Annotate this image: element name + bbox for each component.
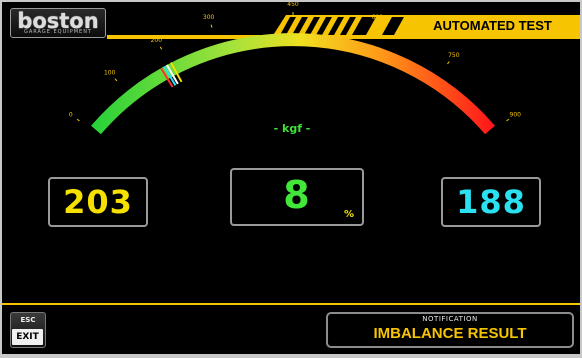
left-reading-display: 203 — [48, 177, 148, 227]
force-gauge: 0 100 200 300 450 600 750 900 — [69, 2, 522, 135]
left-reading-value: 203 — [63, 183, 133, 221]
gauge-tick-label: 0 — [69, 111, 73, 118]
gauge-arc — [91, 33, 495, 135]
gauge-tick-750 — [447, 61, 450, 65]
notification-text: IMBALANCE RESULT — [373, 325, 527, 342]
gauge-tick-label: 900 — [510, 111, 522, 118]
gauge-tick-0 — [76, 118, 80, 122]
gauge-unit-label: - kgf - — [273, 122, 311, 135]
imbalance-display: 8 % — [230, 168, 364, 226]
screen: boston GARAGE EQUIPMENT AUTOMATED TEST 0… — [2, 2, 580, 354]
imbalance-unit: % — [343, 209, 354, 220]
gauge-tick-label: 600 — [372, 14, 384, 21]
gauge-ticks — [76, 12, 510, 122]
gauge-tick-900 — [506, 118, 510, 122]
imbalance-value: 8 — [283, 173, 311, 217]
exit-button-label: EXIT — [12, 329, 43, 345]
gauge-tick-label: 750 — [448, 52, 460, 59]
gauge-tick-label: 300 — [203, 14, 215, 21]
footer-accent-line — [2, 303, 580, 305]
exit-button[interactable]: ESC EXIT — [10, 312, 46, 348]
gauge-tick-100 — [114, 78, 118, 82]
gauge-tick-label: 200 — [151, 37, 163, 44]
notification-panel: NOTIFICATION IMBALANCE RESULT — [326, 312, 574, 348]
gauge-tick-300 — [210, 24, 213, 28]
notification-label: NOTIFICATION — [422, 315, 478, 323]
gauge-tick-600 — [373, 24, 376, 28]
right-reading-display: 188 — [441, 177, 541, 227]
esc-key-label: ESC — [20, 316, 36, 324]
right-reading-value: 188 — [456, 183, 526, 221]
gauge-tick-label: 450 — [287, 2, 299, 8]
gauge-tick-label: 100 — [104, 70, 116, 77]
gauge-tick-200 — [159, 46, 163, 50]
